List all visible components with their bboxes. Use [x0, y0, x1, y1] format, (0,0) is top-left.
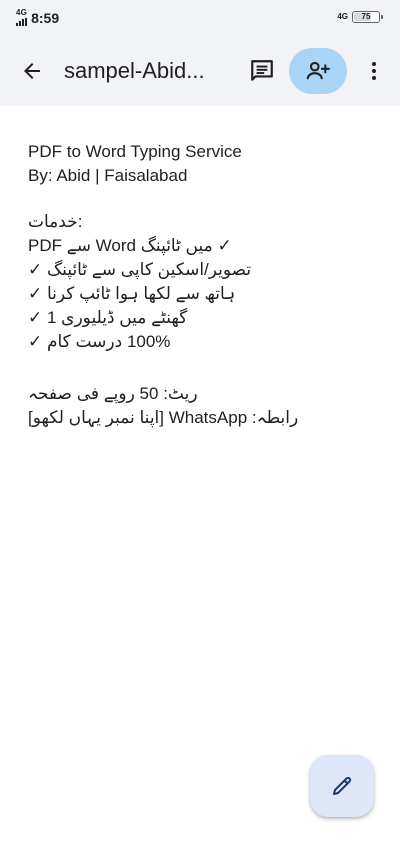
service-item-accuracy: 100% درست کام ✓: [28, 332, 171, 351]
share-button[interactable]: [289, 48, 347, 94]
arrow-back-icon: [24, 63, 40, 79]
more-options-button[interactable]: [354, 51, 394, 91]
back-button[interactable]: [12, 51, 52, 91]
contact-line: رابطہ: WhatsApp [اپنا نمبر یہاں لکھو]: [28, 408, 299, 427]
comments-button[interactable]: [242, 51, 282, 91]
rate-line: ریٹ: 50 روپے فی صفحہ: [28, 384, 198, 403]
document-content[interactable]: PDF to Word Typing Service By: Abid | Fa…: [28, 140, 374, 430]
status-time: 8:59: [31, 9, 60, 26]
battery-tip: [381, 15, 383, 19]
service-item-delivery: گھنٹے میں ڈیلیوری 1 ✓: [28, 308, 188, 327]
document-title[interactable]: sampel-Abid...: [64, 56, 240, 86]
network-type-label: 4G: [16, 8, 28, 17]
service-item-image-scan: تصویر/اسکین کاپی سے ٹائپنگ ✓: [28, 260, 252, 279]
status-right: 4G 75: [337, 11, 383, 23]
status-left: 4G 8:59: [16, 9, 59, 26]
battery-icon: 75: [352, 11, 383, 23]
service-item-pdf-to-word: PDF سے Word میں ٹائپنگ ✓: [28, 236, 232, 255]
edit-pencil-icon: [333, 776, 352, 795]
signal-bars-icon: [16, 18, 27, 26]
network-type-right: 4G: [337, 12, 348, 21]
network-indicator-left: 4G: [16, 9, 27, 26]
heading-line-1: PDF to Word Typing Service: [28, 142, 242, 161]
status-bar: 4G 8:59 4G 75: [0, 0, 400, 36]
service-item-handwritten: ہاتھ سے لکھا ہوا ٹائپ کرنا ✓: [28, 284, 236, 303]
person-add-icon: [306, 61, 330, 80]
heading-line-2: By: Abid | Faisalabad: [28, 166, 188, 185]
comment-icon: [251, 60, 273, 81]
app-bar: sampel-Abid...: [0, 36, 400, 106]
edit-button[interactable]: [310, 755, 374, 817]
services-label: :خدمات: [28, 212, 83, 231]
battery-level: 75: [361, 12, 371, 21]
more-vert-icon: [372, 62, 376, 80]
